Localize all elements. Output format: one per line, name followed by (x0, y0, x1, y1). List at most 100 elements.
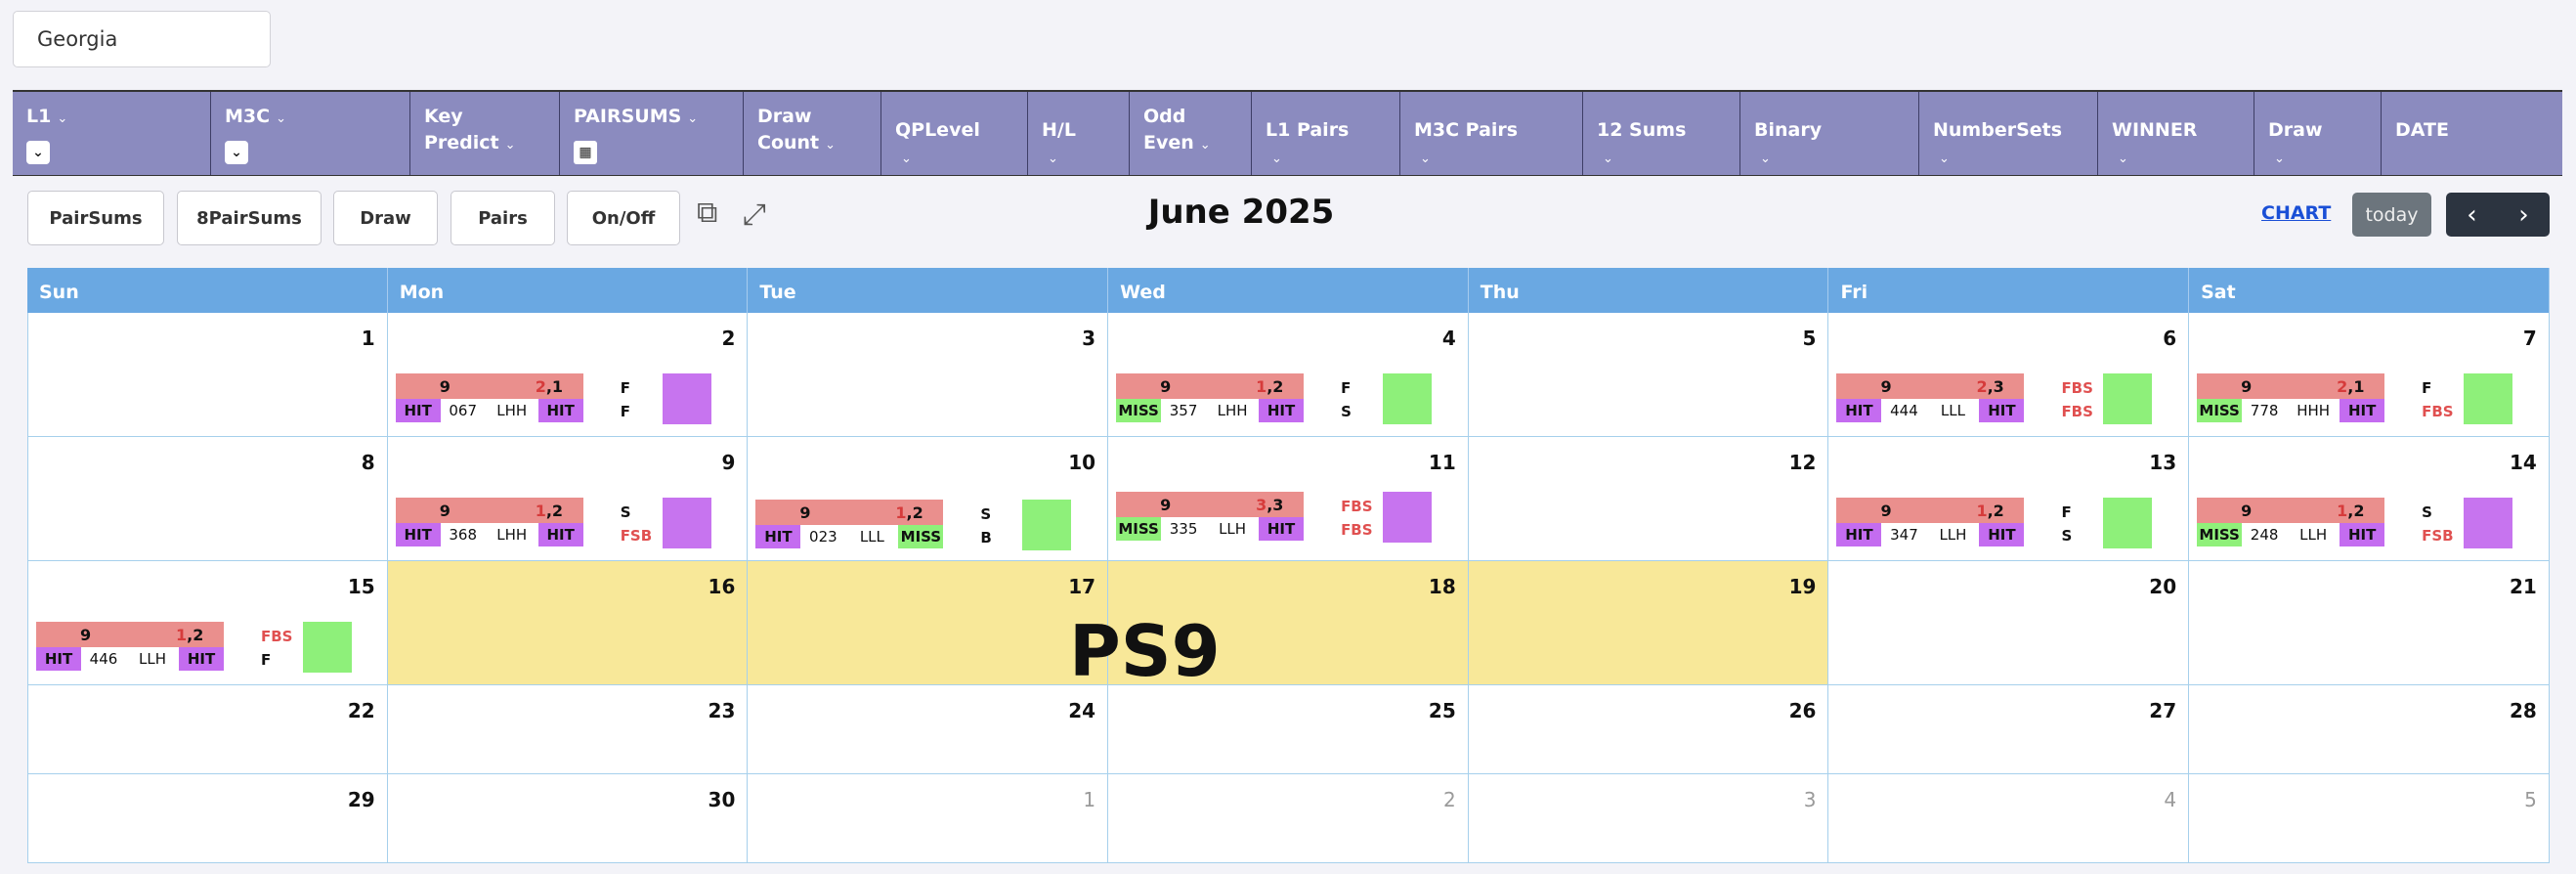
calendar-day-cell[interactable]: 12 (1468, 437, 1829, 560)
chevron-down-icon[interactable]: ⌄ (1048, 152, 1058, 166)
draw-entry[interactable]: 9 3,3 MISS 335 LLH HIT FBS FBS (1116, 492, 1458, 548)
calendar-day-cell[interactable]: 27 (1828, 685, 2190, 773)
calendar-day-cell[interactable]: 8 (27, 437, 388, 560)
pairsums-button[interactable]: PairSums (27, 191, 164, 245)
column-header-key-predict[interactable]: Key Predict ⌄ (410, 92, 560, 175)
calendar-day-cell[interactable]: 3 (1468, 774, 1829, 862)
chevron-down-icon[interactable]: ⌄ (901, 152, 912, 166)
calendar-day-cell[interactable]: 28 (2189, 685, 2550, 773)
draw-entry[interactable]: 9 1,2 HIT 446 LLH HIT FBS F (36, 622, 378, 678)
checkbox-chevron-icon[interactable]: ⌄ (26, 141, 50, 164)
expand-icon[interactable]: ⤢ (743, 197, 766, 232)
calendar-day-cell[interactable]: 4 (1828, 774, 2190, 862)
calendar-day-cell[interactable]: 22 (27, 685, 388, 773)
calendar-day-cell[interactable]: 16 (387, 561, 749, 684)
weekday-tue: Tue (748, 268, 1109, 313)
pairs-button[interactable]: Pairs (451, 191, 555, 245)
onoff-button[interactable]: On/Off (567, 191, 680, 245)
calendar-icon[interactable]: ▦ (574, 141, 597, 164)
calendar-day-cell[interactable]: 26 (1468, 685, 1829, 773)
column-header-12-sums[interactable]: 12 Sums ⌄ (1583, 92, 1740, 175)
calendar-day-cell[interactable]: 15 9 1,2 HIT 446 LLH HIT FBS F (27, 561, 388, 684)
draw-entry[interactable]: 9 1,2 HIT 023 LLL MISS S B (755, 500, 1097, 556)
calendar-day-cell[interactable]: 1 (748, 774, 1109, 862)
calendar-day-cell[interactable]: 5 (2189, 774, 2550, 862)
calendar-day-cell[interactable]: 25 (1108, 685, 1469, 773)
eightpairsums-button-label: 8PairSums (196, 207, 302, 229)
day-number: 1 (1083, 788, 1096, 811)
column-header-draw-count[interactable]: Draw Count ⌄ (744, 92, 881, 175)
draw-entry[interactable]: 9 2,1 HIT 067 LHH HIT F F (395, 373, 738, 430)
checkbox-chevron-icon[interactable]: ⌄ (225, 141, 248, 164)
column-header-pairsums[interactable]: PAIRSUMS ⌄ ▦ (560, 92, 744, 175)
column-header-date[interactable]: DATE (2382, 92, 2562, 175)
calendar-day-cell[interactable]: 7 9 2,1 MISS 778 HHH HIT F FBS (2189, 313, 2550, 436)
draw-entry[interactable]: 9 1,2 HIT 368 LHH HIT S FSB (395, 498, 738, 554)
weekday-thu: Thu (1469, 268, 1829, 313)
column-header-odd-even[interactable]: Odd Even ⌄ (1130, 92, 1252, 175)
draw-entry[interactable]: 9 2,3 HIT 444 LLL HIT FBS FBS (1836, 373, 2178, 430)
calendar-day-cell[interactable]: 9 9 1,2 HIT 368 LHH HIT S FSB (387, 437, 749, 560)
calendar-day-cell[interactable]: 10 9 1,2 HIT 023 LLL MISS S B (748, 437, 1109, 560)
calendar-day-cell[interactable]: 23 (387, 685, 749, 773)
prev-month-button[interactable]: ‹ (2446, 193, 2498, 237)
result-row: HIT 023 LLL MISS (755, 525, 944, 548)
chevron-down-icon[interactable]: ⌄ (1939, 152, 1950, 166)
draw-entry[interactable]: 9 1,2 MISS 248 LLH HIT S FSB (2197, 498, 2539, 554)
draw-entry[interactable]: 9 2,1 MISS 778 HHH HIT F FBS (2197, 373, 2539, 430)
draw-button[interactable]: Draw (333, 191, 438, 245)
calendar-day-cell[interactable]: 11 9 3,3 MISS 335 LLH HIT FBS FBS (1108, 437, 1469, 560)
sum-flag: FSB (620, 527, 653, 545)
chevron-down-icon[interactable]: ⌄ (1200, 138, 1211, 153)
calendar-day-cell[interactable]: 30 (387, 774, 749, 862)
chevron-down-icon[interactable]: ⌄ (1760, 152, 1771, 166)
calendar-day-cell[interactable]: 4 9 1,2 MISS 357 LHH HIT F S (1108, 313, 1469, 436)
draw-entry[interactable]: 9 1,2 HIT 347 LLH HIT F S (1836, 498, 2178, 554)
column-header-binary[interactable]: Binary ⌄ (1740, 92, 1919, 175)
copy-icon[interactable]: ⧉ (697, 196, 717, 230)
chevron-down-icon[interactable]: ⌄ (2274, 152, 2285, 166)
day-number: 24 (1068, 699, 1096, 722)
calendar-day-cell[interactable]: 29 (27, 774, 388, 862)
column-header-draw[interactable]: Draw ⌄ (2254, 92, 2382, 175)
chart-link[interactable]: CHART (2261, 202, 2331, 224)
column-header-qplevel[interactable]: QPLevel ⌄ (881, 92, 1028, 175)
column-header-l1-pairs[interactable]: L1 Pairs ⌄ (1252, 92, 1400, 175)
calendar-day-cell[interactable]: 3 (748, 313, 1109, 436)
column-header-winner[interactable]: WINNER ⌄ (2098, 92, 2254, 175)
calendar-day-cell[interactable]: 2 9 2,1 HIT 067 LHH HIT F F (387, 313, 749, 436)
chevron-down-icon[interactable]: ⌄ (1603, 152, 1613, 166)
calendar-day-cell[interactable]: 17 (748, 561, 1109, 684)
calendar-day-cell[interactable]: 14 9 1,2 MISS 248 LLH HIT S FSB (2189, 437, 2550, 560)
today-button[interactable]: today (2352, 193, 2431, 237)
chevron-down-icon[interactable]: ⌄ (687, 111, 698, 126)
result-row: MISS 357 LHH HIT (1116, 399, 1305, 422)
draw-entry[interactable]: 9 1,2 MISS 357 LHH HIT F S (1116, 373, 1458, 430)
calendar-day-cell[interactable]: 20 (1828, 561, 2190, 684)
calendar-day-cell[interactable]: 5 (1468, 313, 1829, 436)
next-month-button[interactable]: › (2498, 193, 2550, 237)
calendar-day-cell[interactable]: 13 9 1,2 HIT 347 LLH HIT F S (1828, 437, 2190, 560)
chevron-down-icon[interactable]: ⌄ (505, 138, 516, 153)
column-header-numbersets[interactable]: NumberSets ⌄ (1919, 92, 2098, 175)
column-header-l1[interactable]: L1 ⌄ ⌄ (13, 92, 211, 175)
status-square (662, 373, 711, 424)
calendar-day-cell[interactable]: 6 9 2,3 HIT 444 LLL HIT FBS FBS (1828, 313, 2190, 436)
calendar-day-cell[interactable]: 21 (2189, 561, 2550, 684)
calendar-day-cell[interactable]: 19 (1468, 561, 1829, 684)
column-header-m3c-pairs[interactable]: M3C Pairs ⌄ (1400, 92, 1583, 175)
chevron-down-icon[interactable]: ⌄ (276, 111, 286, 126)
chevron-down-icon[interactable]: ⌄ (825, 138, 836, 153)
chevron-down-icon[interactable]: ⌄ (2118, 152, 2128, 166)
pair-first: 1 (176, 626, 188, 644)
column-header-h-l[interactable]: H/L ⌄ (1028, 92, 1130, 175)
state-select[interactable]: Georgia (13, 11, 271, 67)
calendar-day-cell[interactable]: 1 (27, 313, 388, 436)
chevron-down-icon[interactable]: ⌄ (1420, 152, 1431, 166)
chevron-down-icon[interactable]: ⌄ (57, 111, 67, 126)
chevron-down-icon[interactable]: ⌄ (1271, 152, 1282, 166)
calendar-day-cell[interactable]: 2 (1108, 774, 1469, 862)
column-header-m3c[interactable]: M3C ⌄ ⌄ (211, 92, 410, 175)
eightpairsums-button[interactable]: 8PairSums (177, 191, 322, 245)
calendar-day-cell[interactable]: 24 (748, 685, 1109, 773)
